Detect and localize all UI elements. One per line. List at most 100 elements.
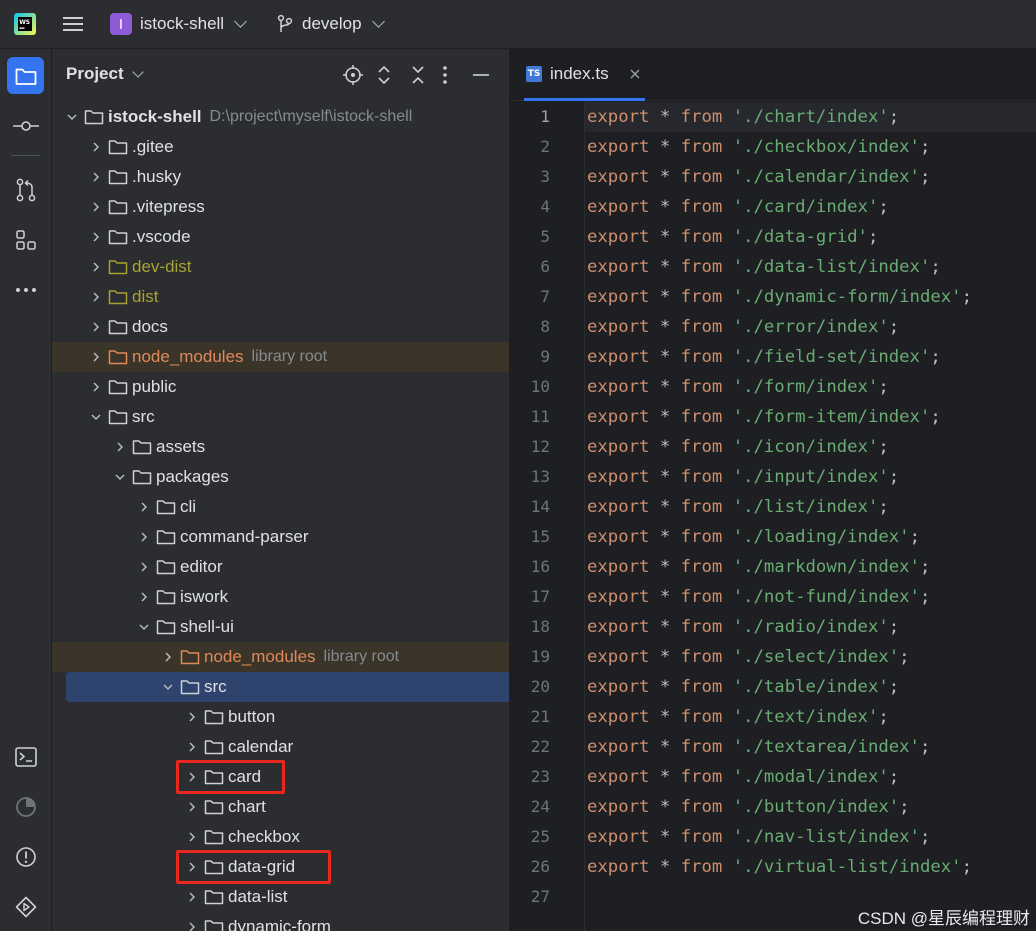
code-line[interactable]: export * from './calendar/index'; <box>587 162 930 192</box>
code-line[interactable]: export * from './chart/index'; <box>585 102 1036 132</box>
tree-item-istock-shell[interactable]: istock-shell D:\project\myself\istock-she… <box>52 102 509 132</box>
tree-item-assets[interactable]: assets <box>52 432 509 462</box>
chevron-right-icon[interactable] <box>86 137 106 157</box>
chevron-right-icon[interactable] <box>182 737 202 757</box>
code-line[interactable]: export * from './card/index'; <box>587 192 889 222</box>
code-line[interactable]: export * from './button/index'; <box>587 792 910 822</box>
tree-item-vscode[interactable]: .vscode <box>52 222 509 252</box>
chevron-down-icon[interactable] <box>62 107 82 127</box>
chevron-right-icon[interactable] <box>86 287 106 307</box>
chevron-right-icon[interactable] <box>86 317 106 337</box>
chevron-right-icon[interactable] <box>134 557 154 577</box>
project-switcher[interactable]: I istock-shell <box>110 0 247 48</box>
tree-item-shell-ui[interactable]: shell-ui <box>52 612 509 642</box>
chevron-right-icon[interactable] <box>86 257 106 277</box>
tree-item-dev-dist[interactable]: dev-dist <box>52 252 509 282</box>
code-line[interactable]: export * from './data-list/index'; <box>587 252 941 282</box>
tree-item-dist[interactable]: dist <box>52 282 509 312</box>
pull-requests-tool-button[interactable] <box>7 171 44 208</box>
options-button[interactable] <box>442 65 448 90</box>
problems-tool-button[interactable] <box>7 838 44 875</box>
chevron-right-icon[interactable] <box>134 497 154 517</box>
tree-item-public[interactable]: public <box>52 372 509 402</box>
tree-item-node-modules[interactable]: node_modules library root <box>52 642 509 672</box>
chevron-down-icon[interactable] <box>86 407 106 427</box>
chevron-right-icon[interactable] <box>86 377 106 397</box>
code-line[interactable]: export * from './textarea/index'; <box>587 732 930 762</box>
tree-item-chart[interactable]: chart <box>52 792 509 822</box>
tree-item-iswork[interactable]: iswork <box>52 582 509 612</box>
chevron-right-icon[interactable] <box>86 197 106 217</box>
main-menu-button[interactable] <box>62 0 84 48</box>
tab-index-ts[interactable]: TS index.ts <box>524 49 645 101</box>
tree-item-vitepress[interactable]: .vitepress <box>52 192 509 222</box>
tree-item-editor[interactable]: editor <box>52 552 509 582</box>
chevron-right-icon[interactable] <box>86 167 106 187</box>
code-line[interactable]: export * from './virtual-list/index'; <box>587 852 972 882</box>
code-line[interactable]: export * from './modal/index'; <box>587 762 899 792</box>
chevron-right-icon[interactable] <box>182 887 202 907</box>
code-line[interactable]: export * from './list/index'; <box>587 492 889 522</box>
webstorm-logo[interactable]: WS <box>14 0 36 48</box>
project-view-selector[interactable]: Project <box>66 64 144 84</box>
chevron-right-icon[interactable] <box>134 587 154 607</box>
chevron-down-icon[interactable] <box>110 467 130 487</box>
code-line[interactable]: export * from './select/index'; <box>587 642 910 672</box>
chevron-right-icon[interactable] <box>134 527 154 547</box>
code-line[interactable]: export * from './nav-list/index'; <box>587 822 930 852</box>
tree-item-node-modules[interactable]: node_modules library root <box>52 342 509 372</box>
close-tab-icon[interactable] <box>629 68 641 80</box>
code-line[interactable]: export * from './form-item/index'; <box>587 402 941 432</box>
line-number: 13 <box>530 467 550 486</box>
tree-item-gitee[interactable]: .gitee <box>52 132 509 162</box>
chevron-right-icon[interactable] <box>86 347 106 367</box>
code-line[interactable]: export * from './checkbox/index'; <box>587 132 930 162</box>
code-line[interactable]: export * from './table/index'; <box>587 672 899 702</box>
locate-file-button[interactable] <box>343 65 363 90</box>
tree-item-src[interactable]: src <box>52 402 509 432</box>
tree-item-src[interactable]: src <box>66 672 509 702</box>
tree-item-button[interactable]: button <box>52 702 509 732</box>
tree-item-calendar[interactable]: calendar <box>52 732 509 762</box>
expand-all-button[interactable] <box>375 65 393 90</box>
hide-panel-button[interactable] <box>472 65 490 90</box>
tree-item-command-parser[interactable]: command-parser <box>52 522 509 552</box>
code-line[interactable]: export * from './text/index'; <box>587 702 889 732</box>
chevron-right-icon[interactable] <box>86 227 106 247</box>
tree-item-cli[interactable]: cli <box>52 492 509 522</box>
code-line[interactable]: export * from './error/index'; <box>587 312 899 342</box>
chevron-right-icon[interactable] <box>182 797 202 817</box>
tree-item-husky[interactable]: .husky <box>52 162 509 192</box>
chevron-right-icon[interactable] <box>158 647 178 667</box>
collapse-all-button[interactable] <box>409 65 427 90</box>
run-tool-button[interactable] <box>7 888 44 925</box>
more-tools-button[interactable] <box>7 271 44 308</box>
terminal-tool-button[interactable] <box>7 738 44 775</box>
chevron-down-icon[interactable] <box>134 617 154 637</box>
tree-item-docs[interactable]: docs <box>52 312 509 342</box>
branch-switcher[interactable]: develop <box>276 0 385 48</box>
chevron-right-icon[interactable] <box>182 827 202 847</box>
code-line[interactable]: export * from './not-fund/index'; <box>587 582 930 612</box>
code-line[interactable]: export * from './loading/index'; <box>587 522 920 552</box>
code-line[interactable]: export * from './radio/index'; <box>587 612 899 642</box>
code-line[interactable]: export * from './form/index'; <box>587 372 889 402</box>
tree-item-dynamic-form[interactable]: dynamic-form <box>52 912 509 931</box>
code-line[interactable]: export * from './input/index'; <box>587 462 899 492</box>
code-line[interactable]: export * from './markdown/index'; <box>587 552 930 582</box>
chevron-right-icon[interactable] <box>182 917 202 931</box>
chevron-right-icon[interactable] <box>182 707 202 727</box>
chevron-right-icon[interactable] <box>110 437 130 457</box>
commit-tool-button[interactable] <box>7 107 44 144</box>
tree-item-data-list[interactable]: data-list <box>52 882 509 912</box>
tree-item-checkbox[interactable]: checkbox <box>52 822 509 852</box>
services-tool-button[interactable] <box>7 788 44 825</box>
tree-item-packages[interactable]: packages <box>52 462 509 492</box>
project-tool-button[interactable] <box>7 57 44 94</box>
code-line[interactable]: export * from './data-grid'; <box>587 222 878 252</box>
chevron-down-icon[interactable] <box>158 677 178 697</box>
code-line[interactable]: export * from './dynamic-form/index'; <box>587 282 972 312</box>
code-line[interactable]: export * from './icon/index'; <box>587 432 889 462</box>
structure-tool-button[interactable] <box>7 221 44 258</box>
code-line[interactable]: export * from './field-set/index'; <box>587 342 941 372</box>
